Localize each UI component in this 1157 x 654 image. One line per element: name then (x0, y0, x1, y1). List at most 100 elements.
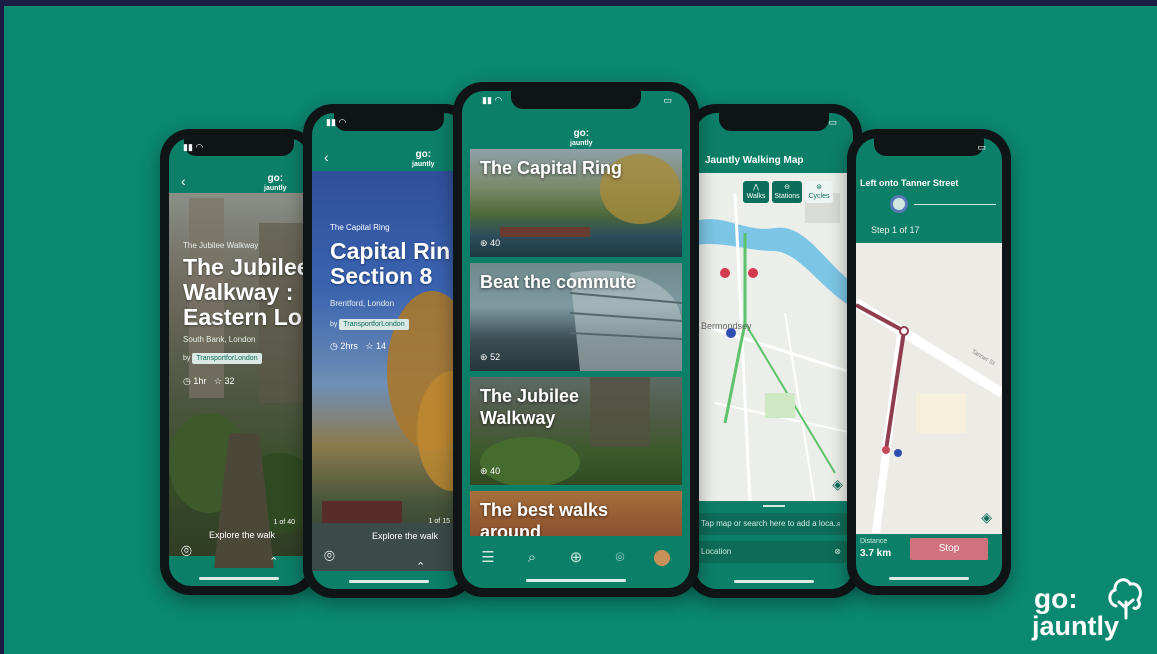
map-pin-icon[interactable]: ⌾ (324, 546, 335, 567)
walk-organisation: by TransportforLondon (330, 319, 409, 330)
collection-title: The Capital Ring (480, 158, 623, 178)
stop-button[interactable]: Stop (910, 538, 988, 560)
step-progress-track (914, 204, 996, 205)
step-counter: Step 1 of 17 (871, 225, 920, 235)
phone-turn-by-turn: ▭ Left onto Tanner Street Step 1 of 17 T… (847, 129, 1011, 595)
logo-jauntly-text: jauntly (1032, 611, 1120, 641)
location-icon[interactable]: ⌾ (610, 548, 630, 568)
phone-notch (334, 113, 444, 131)
home-indicator (526, 579, 626, 582)
home-indicator (734, 580, 814, 583)
collection-title: The Jubilee Walkway (480, 386, 580, 428)
signal-icon: ▮▮ ◠ (326, 117, 347, 127)
explore-walk-link[interactable]: Explore the walk (209, 530, 275, 540)
collection-title: Beat the commute (480, 272, 637, 292)
back-chevron-icon[interactable]: ‹ (324, 149, 329, 165)
logo-go-text: go: (1034, 583, 1078, 614)
home-indicator (889, 577, 969, 580)
location-field[interactable]: Location ⊗ (695, 541, 847, 563)
step-progress-dot (890, 195, 908, 213)
walker-icon: ⊛ (480, 238, 488, 248)
hero-photo: The Jubilee Walkway The Jubilee Walkway :… (169, 193, 309, 568)
walk-subtitle: The Capital Ring (330, 223, 390, 232)
home-indicator (199, 577, 279, 580)
phone-capital-ring-detail: ▮▮ ◠ ‹ go: jauntly The Capital Ring Capit… (303, 104, 475, 598)
collection-count: ⊛ 52 (480, 352, 501, 362)
route-map[interactable]: Tanner St ◈ (856, 243, 1002, 534)
map-bottom-sheet: Tap map or search here to add a loca... ⌕… (695, 501, 853, 589)
phone-notch (511, 91, 641, 109)
walk-subtitle: The Jubilee Walkway (183, 241, 259, 250)
walk-organisation: by TransportforLondon (183, 353, 262, 364)
search-icon: ⌕ (836, 519, 841, 528)
star-icon: ☆ (213, 376, 222, 386)
collection-card[interactable]: The Jubilee Walkway ⊛ 40 (470, 377, 682, 485)
clear-icon[interactable]: ⊗ (834, 541, 841, 563)
phone-notch (719, 113, 829, 131)
photo-pager: 1 of 15 (428, 518, 450, 525)
turn-instruction: Left onto Tanner Street (860, 178, 959, 188)
map-area-label: Bermondsey (701, 321, 752, 331)
phone-screen: ▮▮ ◠ ‹ go: jauntly The Jubilee Walkway Th… (169, 138, 309, 586)
profile-icon[interactable] (654, 550, 670, 566)
walking-map[interactable]: ⋀ Walks ⊖ Stations ⊛ Cycles Bermondsey ◈ (695, 173, 853, 503)
photo-pager: 1 of 40 (273, 519, 295, 526)
distance-value: 3.7 km (860, 548, 892, 559)
phone-notch (874, 138, 984, 156)
recenter-icon[interactable]: ◈ (981, 509, 992, 526)
battery-icon: ▭ (663, 95, 672, 105)
walk-location: South Bank, London (183, 335, 256, 344)
star-icon: ☆ (365, 341, 374, 351)
map-streets (695, 192, 853, 503)
recenter-icon[interactable]: ◈ (832, 476, 843, 493)
list-icon[interactable]: ☰ (478, 548, 498, 568)
clock-icon: ◷ (330, 341, 338, 351)
phone-screen: ▭ Jauntly Walking Map ⋀ Walks ⊖ Stations… (695, 113, 853, 589)
cycle-icon: ⊛ (816, 184, 822, 191)
walker-icon: ⊛ (480, 466, 488, 476)
walk-meta: ◷ 2hrs ☆ 14 (330, 341, 387, 351)
home-indicator (349, 580, 429, 583)
phone-jubilee-detail: ▮▮ ◠ ‹ go: jauntly The Jubilee Walkway Th… (160, 129, 318, 595)
filter-walks-button[interactable]: ⋀ Walks (743, 181, 769, 203)
expand-chevron-icon[interactable]: ⌃ (416, 560, 425, 573)
collection-count: ⊛ 40 (480, 238, 501, 248)
phone-screen: ▮▮ ◠ ▭ go: jauntly The Capital Ring ⊛ 40 … (462, 91, 690, 588)
distance-label: Distance (860, 538, 888, 545)
route-map-streets (856, 298, 1002, 533)
walk-title: Capital Rin Section 8 (330, 238, 451, 289)
map-pin-icon[interactable]: ⌾ (181, 541, 192, 562)
add-icon[interactable]: ⊕ (566, 548, 586, 568)
walk-title: The Jubilee Walkway : Eastern Lo (183, 254, 309, 330)
walk-icon: ⋀ (753, 184, 759, 191)
hero-photo: The Capital Ring Capital Rin Section 8 Br… (312, 171, 466, 571)
map-search-input[interactable]: Tap map or search here to add a loca... ⌕ (695, 513, 847, 535)
jauntly-logo-small: go: jauntly (412, 149, 435, 169)
clock-icon: ◷ (183, 376, 191, 386)
search-icon[interactable]: ⌕ (522, 548, 542, 568)
jauntly-logo-small: go: jauntly (264, 173, 287, 193)
filter-stations-button[interactable]: ⊖ Stations (772, 181, 802, 203)
map-header-title: Jauntly Walking Map (705, 155, 804, 166)
sheet-handle[interactable] (763, 505, 785, 507)
collection-count: ⊛ 40 (480, 466, 501, 476)
walker-icon: ⊛ (480, 352, 488, 362)
explore-walk-link[interactable]: Explore the walk (372, 531, 438, 541)
collection-card[interactable]: The best walks around (470, 491, 682, 539)
promo-stage: ▮▮ ◠ ‹ go: jauntly The Jubilee Walkway Th… (4, 6, 1157, 654)
phone-screen: ▮▮ ◠ ‹ go: jauntly The Capital Ring Capit… (312, 113, 466, 589)
phone-walk-collections: ▮▮ ◠ ▭ go: jauntly The Capital Ring ⊛ 40 … (453, 82, 699, 597)
jauntly-logo-small: go: jauntly (570, 128, 593, 148)
back-chevron-icon[interactable]: ‹ (181, 173, 186, 189)
collection-card[interactable]: Beat the commute ⊛ 52 (470, 263, 682, 371)
walk-location: Brentford, London (330, 299, 395, 308)
filter-cycles-button[interactable]: ⊛ Cycles (805, 181, 833, 203)
go-jauntly-logo: go: jauntly (1030, 576, 1148, 644)
collection-card[interactable]: The Capital Ring ⊛ 40 (470, 149, 682, 257)
battery-icon: ▭ (977, 142, 986, 152)
phone-walking-map: ▭ Jauntly Walking Map ⋀ Walks ⊖ Stations… (686, 104, 862, 598)
expand-chevron-icon[interactable]: ⌃ (269, 555, 278, 568)
battery-icon: ▭ (828, 117, 837, 127)
phone-screen: ▭ Left onto Tanner Street Step 1 of 17 T… (856, 138, 1002, 586)
signal-icon: ▮▮ ◠ (183, 142, 204, 152)
